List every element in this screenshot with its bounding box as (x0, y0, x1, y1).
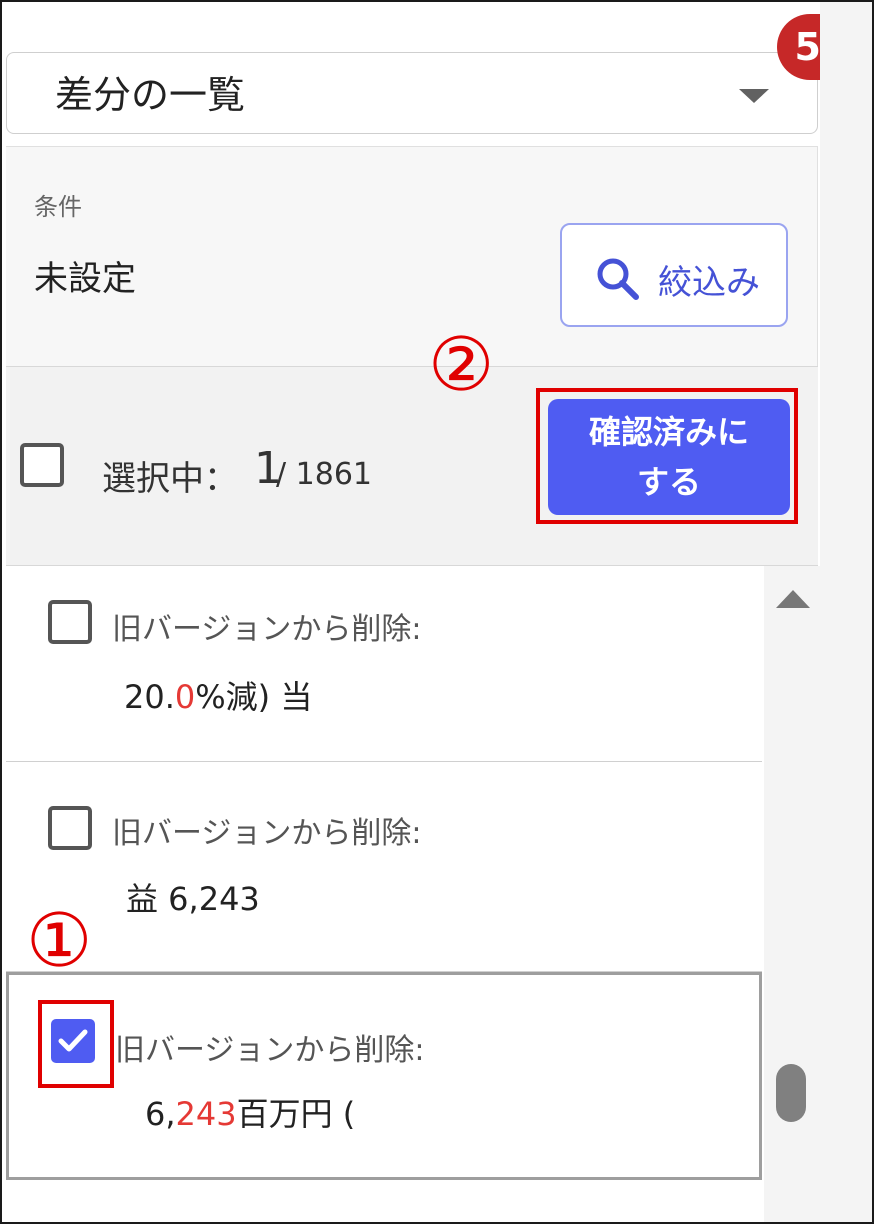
item-checkbox[interactable] (48, 806, 92, 850)
diff-list: 旧バージョンから削除: 20.0%減) 当 旧バージョンから削除: 益 6,24… (6, 566, 762, 1222)
list-item[interactable]: 旧バージョンから削除: 20.0%減) 当 (6, 566, 762, 762)
item-checkbox[interactable] (48, 600, 92, 644)
item-title: 旧バージョンから削除: (112, 612, 422, 647)
condition-panel: 条件 未設定 絞込み (6, 146, 818, 366)
annotation-box-1 (38, 1000, 114, 1088)
filter-button-label: 絞込み (658, 263, 760, 303)
diff-list-dropdown[interactable]: 差分の一覧 (6, 52, 818, 134)
item-text: 益 6,243 (126, 880, 260, 918)
select-all-checkbox[interactable] (20, 443, 64, 487)
list-item[interactable]: 旧バージョンから削除: 益 6,243 (6, 762, 762, 972)
annotation-marker-2: ② (428, 322, 495, 408)
triangle-up-icon[interactable] (776, 590, 810, 608)
item-text: 6,243百万円 ( (145, 1095, 356, 1133)
item-title: 旧バージョンから削除: (115, 1033, 425, 1068)
list-item[interactable] (6, 1180, 762, 1222)
total-count: / 1861 (276, 457, 372, 492)
annotation-box-2 (536, 388, 798, 524)
annotation-marker-1: ① (26, 898, 93, 984)
caret-down-icon (739, 89, 769, 103)
selection-label: 選択中： (102, 459, 238, 499)
right-gutter (820, 2, 872, 1222)
condition-caption: 条件 (34, 193, 82, 221)
list-scrollbar[interactable] (764, 566, 820, 1222)
scroll-thumb[interactable] (776, 1064, 806, 1122)
filter-button[interactable]: 絞込み (560, 223, 788, 327)
dropdown-label: 差分の一覧 (55, 73, 246, 117)
diff-panel: 差分の一覧 56 条件 未設定 絞込み 選択中： 1 / 1861 確認済みに … (0, 0, 874, 1224)
item-title: 旧バージョンから削除: (112, 816, 422, 851)
list-item-selected[interactable]: 旧バージョンから削除: 6,243百万円 ( (6, 972, 762, 1180)
item-text: 20.0%減) 当 (124, 678, 313, 716)
condition-value: 未設定 (34, 259, 136, 299)
search-icon (597, 258, 639, 300)
